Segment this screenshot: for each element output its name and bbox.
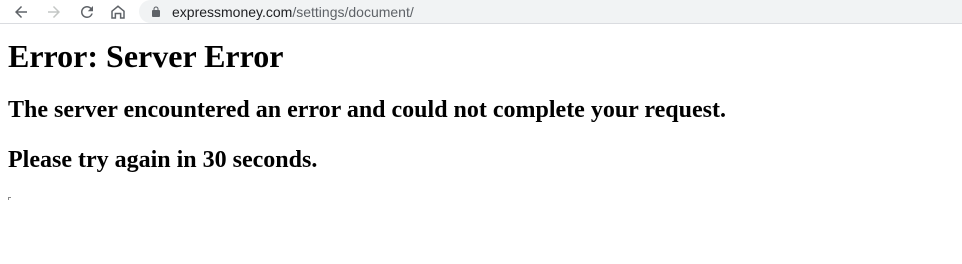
browser-toolbar: expressmoney.com/settings/document/ bbox=[0, 0, 962, 24]
arrow-right-icon bbox=[48, 6, 60, 18]
arrow-left-icon bbox=[15, 6, 27, 18]
home-button[interactable] bbox=[106, 0, 130, 24]
broken-image-mark bbox=[8, 197, 11, 200]
forward-button[interactable] bbox=[42, 0, 66, 24]
url-path: /settings/document/ bbox=[292, 3, 414, 20]
url-host: expressmoney.com bbox=[172, 3, 293, 20]
error-title: Error: Server Error bbox=[8, 38, 284, 74]
back-button[interactable] bbox=[9, 0, 33, 24]
lock-icon[interactable] bbox=[149, 5, 163, 19]
url-text: expressmoney.com/settings/document/ bbox=[172, 4, 414, 20]
error-message: The server encountered an error and coul… bbox=[8, 97, 726, 123]
reload-button[interactable] bbox=[75, 0, 99, 24]
retry-message: Please try again in 30 seconds. bbox=[8, 147, 318, 173]
address-bar[interactable]: expressmoney.com/settings/document/ bbox=[139, 0, 962, 23]
reload-icon bbox=[81, 5, 93, 18]
home-icon bbox=[111, 5, 125, 19]
